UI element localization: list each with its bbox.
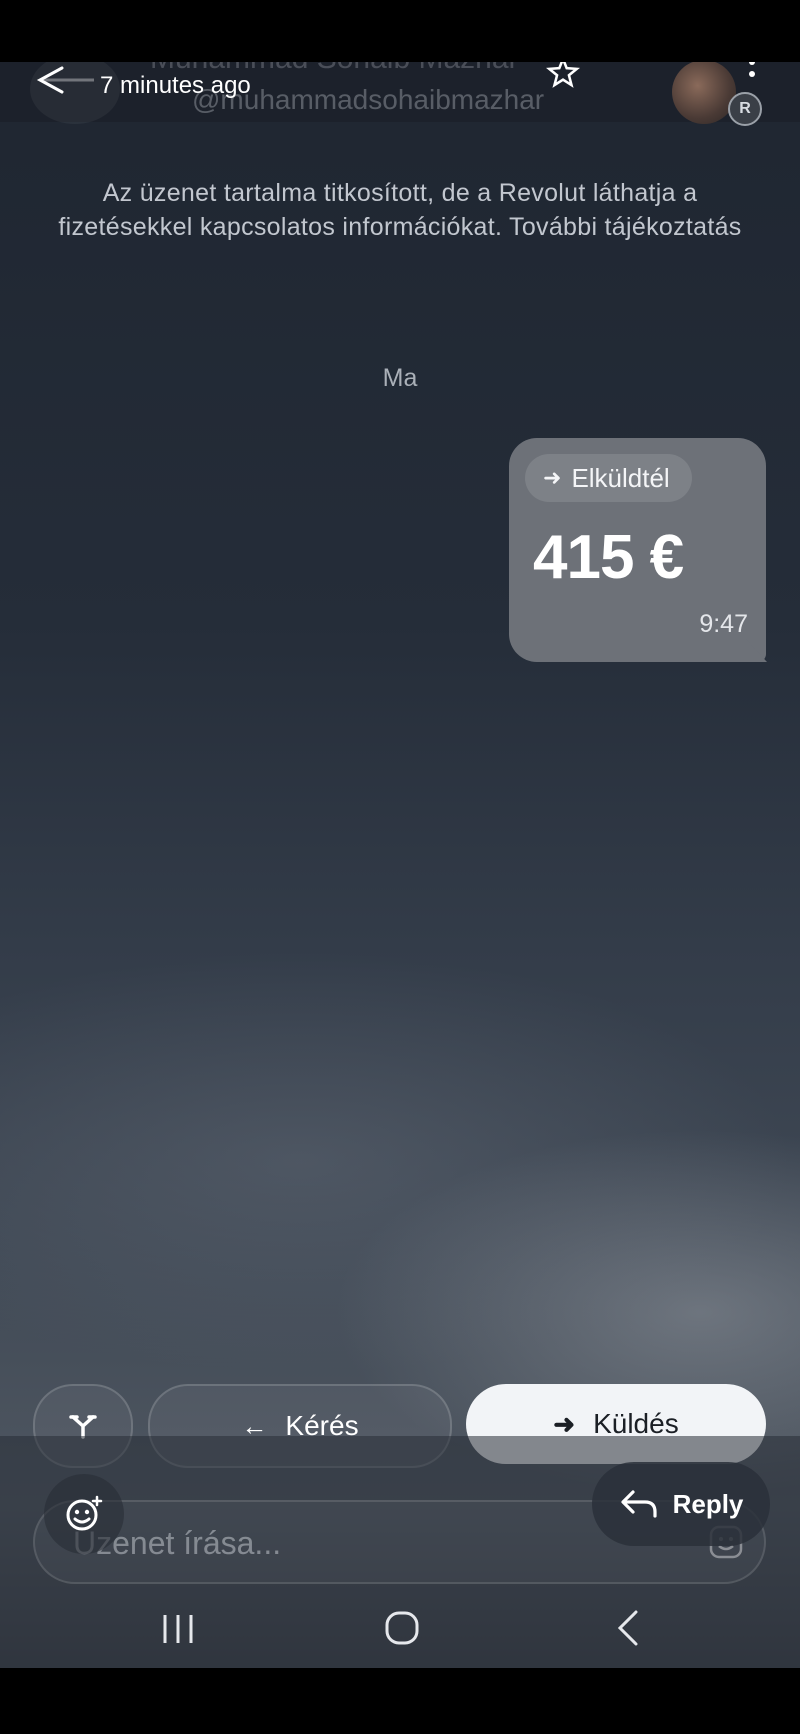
status-bar-area <box>0 0 800 62</box>
chat-header: Muhammad Sohaib Mazhar @muhammadsohaibma… <box>0 62 800 126</box>
encryption-notice: Az üzenet tartalma titkosított, de a Rev… <box>40 176 760 244</box>
sent-chip: ➜ Elküldtél <box>525 454 692 502</box>
more-info-link[interactable]: További tájékoztatás <box>509 213 742 241</box>
recent-apps-icon[interactable] <box>160 1612 196 1646</box>
avatar[interactable] <box>672 62 736 124</box>
reply-button[interactable]: Reply <box>592 1462 770 1546</box>
arrow-right-icon: ➜ <box>553 1408 576 1439</box>
emoji-reaction-button[interactable] <box>44 1474 124 1554</box>
time-ago-label: 7 minutes ago <box>100 72 251 99</box>
system-nav-bar <box>0 1590 800 1668</box>
reply-icon <box>620 1490 657 1518</box>
bubble-tail <box>745 638 767 662</box>
more-options-icon[interactable] <box>742 62 762 86</box>
star-icon[interactable] <box>546 62 580 90</box>
arrow-right-icon: ➜ <box>543 465 562 490</box>
revolut-badge: R <box>728 92 762 126</box>
bottom-bezel <box>0 1668 800 1734</box>
nav-back-icon[interactable] <box>614 1608 642 1648</box>
home-icon[interactable] <box>384 1610 420 1646</box>
chat-screen: Muhammad Sohaib Mazhar @muhammadsohaibma… <box>0 62 800 1668</box>
message-input[interactable] <box>71 1502 675 1584</box>
message-time: 9:47 <box>699 610 748 638</box>
payment-amount: 415 € <box>533 523 684 592</box>
reply-button-label: Reply <box>672 1488 744 1519</box>
payment-message-bubble[interactable]: ➜ Elküldtél 415 € 9:47 <box>509 438 766 662</box>
emoji-add-icon <box>66 1495 103 1531</box>
date-separator: Ma <box>382 364 418 392</box>
sent-chip-label: Elküldtél <box>571 462 670 493</box>
